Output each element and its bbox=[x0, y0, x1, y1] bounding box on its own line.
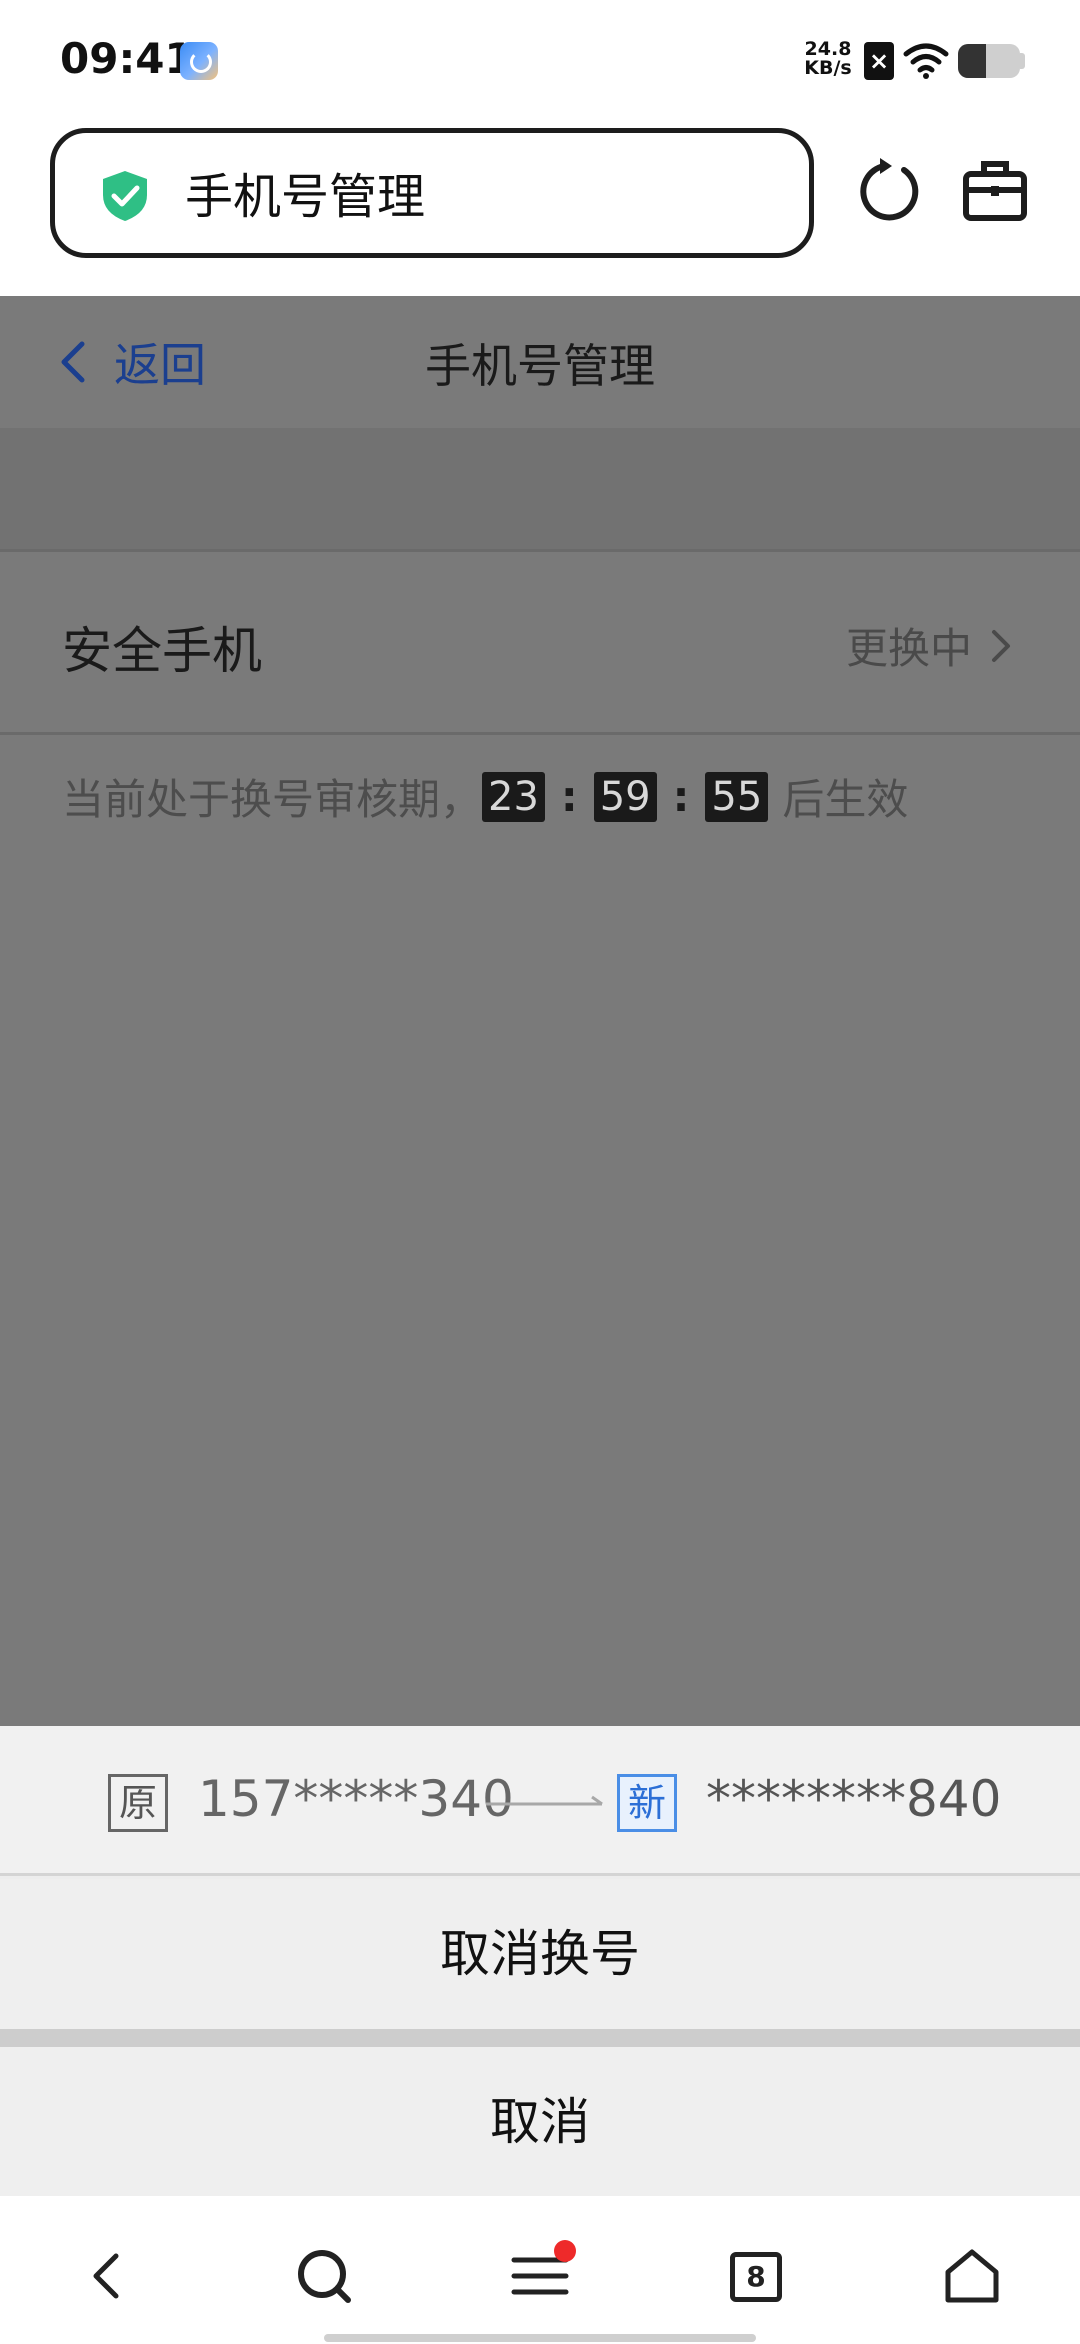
x-signal-icon: × bbox=[864, 42, 894, 80]
countdown-minutes: 59 bbox=[593, 771, 657, 822]
countdown-notice: 当前处于换号审核期， 23 : 59 : 55 后生效 bbox=[62, 766, 908, 827]
home-icon[interactable] bbox=[940, 2244, 1004, 2308]
page-header: 返回 手机号管理 bbox=[0, 296, 1080, 428]
nav-back-icon[interactable] bbox=[76, 2244, 140, 2308]
battery-icon bbox=[958, 44, 1020, 78]
countdown-hours: 23 bbox=[482, 771, 545, 822]
secure-phone-label: 安全手机 bbox=[62, 622, 262, 680]
new-number-tag: 新 bbox=[617, 1774, 677, 1832]
browser-bottom-nav: 8 bbox=[0, 2196, 1080, 2344]
section-gap bbox=[0, 428, 1080, 552]
countdown-separator: : bbox=[560, 772, 578, 821]
sheet-divider bbox=[0, 2029, 1080, 2047]
status-time: 09:41 bbox=[60, 34, 194, 83]
browser-toolbar: 手机号管理 bbox=[0, 120, 1080, 296]
secure-phone-status: 更换中 bbox=[846, 615, 1012, 676]
countdown-separator: : bbox=[672, 772, 690, 821]
old-number: 157*****340 bbox=[198, 1770, 514, 1828]
cancel-button[interactable]: 取消 bbox=[0, 2047, 1080, 2197]
status-text: 更换中 bbox=[845, 624, 972, 673]
status-bar: 09:41 24.8 KB/s × bbox=[0, 0, 1080, 120]
old-number-tag: 原 bbox=[108, 1774, 168, 1832]
arrow-right-icon bbox=[486, 1795, 603, 1806]
tabs-count-button[interactable]: 8 bbox=[730, 2252, 782, 2302]
chevron-right-icon bbox=[992, 629, 1010, 662]
menu-notification-dot bbox=[554, 2240, 576, 2262]
app-notification-icon bbox=[180, 42, 218, 80]
action-sheet: 原 157*****340 新 ********840 取消换号 取消 bbox=[0, 1726, 1080, 2197]
number-change-summary: 原 157*****340 新 ********840 bbox=[0, 1726, 1080, 1876]
address-bar-title: 手机号管理 bbox=[185, 169, 426, 225]
countdown-seconds: 55 bbox=[705, 771, 769, 822]
countdown-prefix: 当前处于换号审核期， bbox=[62, 775, 483, 824]
page-title: 手机号管理 bbox=[425, 339, 655, 393]
home-indicator[interactable] bbox=[324, 2334, 756, 2342]
battery-level-fill bbox=[958, 44, 986, 78]
battery-cap bbox=[1020, 53, 1025, 69]
search-icon[interactable] bbox=[292, 2244, 356, 2308]
new-number: ********840 bbox=[706, 1770, 1002, 1828]
network-speed-unit: KB/s bbox=[804, 57, 852, 79]
cancel-number-change-button[interactable]: 取消换号 bbox=[0, 1879, 1080, 2029]
refresh-icon[interactable] bbox=[858, 156, 922, 224]
page-content-overlay: 返回 手机号管理 安全手机 更换中 当前处于换号审核期， 23 : 59 : 5… bbox=[0, 296, 1080, 1726]
wifi-icon bbox=[903, 43, 949, 79]
address-bar[interactable]: 手机号管理 bbox=[50, 128, 814, 258]
security-shield-icon bbox=[103, 171, 147, 221]
countdown-suffix: 后生效 bbox=[782, 775, 909, 824]
toolbox-icon[interactable] bbox=[962, 158, 1028, 222]
secure-phone-row[interactable]: 安全手机 更换中 bbox=[0, 555, 1080, 735]
network-speed: 24.8 KB/s bbox=[800, 40, 856, 78]
